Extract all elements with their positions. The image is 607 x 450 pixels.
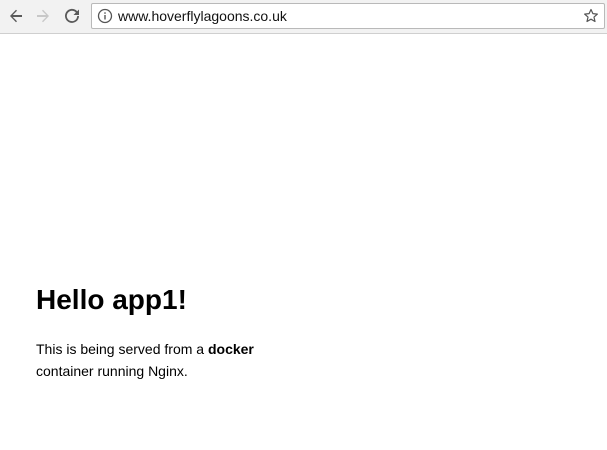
reload-button[interactable]: [61, 5, 83, 27]
info-icon[interactable]: [97, 8, 113, 24]
page-content: Hello app1! This is being served from a …: [36, 283, 296, 382]
page-paragraph: This is being served from a docker conta…: [36, 338, 296, 382]
paragraph-bold-word: docker: [207, 341, 254, 357]
back-button[interactable]: [5, 5, 27, 27]
back-arrow-icon: [10, 9, 22, 23]
browser-toolbar: www.hoverflylagoons.co.uk: [0, 0, 607, 34]
paragraph-text-end: container running Nginx.: [36, 363, 188, 379]
forward-arrow-icon: [37, 9, 49, 23]
page-viewport: [0, 34, 607, 450]
page-heading: Hello app1!: [36, 284, 187, 315]
star-icon[interactable]: [583, 8, 599, 24]
forward-button[interactable]: [32, 5, 54, 27]
reload-icon: [65, 8, 79, 23]
address-bar[interactable]: www.hoverflylagoons.co.uk: [91, 3, 605, 29]
url-text[interactable]: www.hoverflylagoons.co.uk: [118, 8, 287, 25]
paragraph-text-start: This is being served from a: [36, 341, 208, 357]
